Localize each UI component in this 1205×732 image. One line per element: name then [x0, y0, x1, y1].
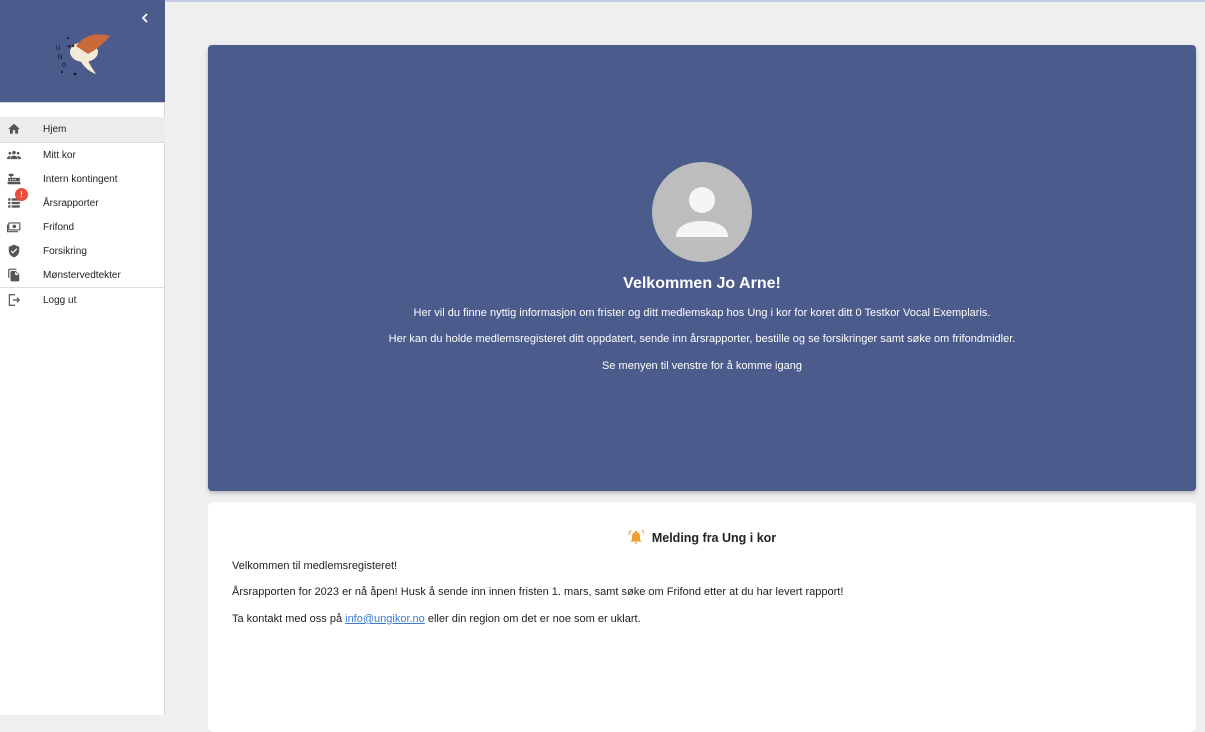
sidebar-item-logg-ut[interactable]: Logg ut	[0, 288, 165, 312]
sidebar-item-label: Intern kontingent	[43, 173, 118, 185]
svg-text:N: N	[58, 55, 62, 61]
sidebar-header: U N G	[0, 0, 165, 102]
sidebar-item-label: Mitt kor	[43, 149, 76, 161]
sidebar-item-label: Forsikring	[43, 245, 87, 257]
email-link[interactable]: info@ungikor.no	[345, 613, 425, 625]
welcome-text: Se menyen til venstre for å komme igang	[602, 360, 802, 372]
welcome-card: Velkommen Jo Arne! Her vil du finne nytt…	[208, 45, 1196, 491]
sidebar-item-mitt-kor[interactable]: Mitt kor	[0, 143, 165, 167]
person-icon	[652, 162, 752, 262]
message-title-text: Melding fra Ung i kor	[651, 531, 777, 545]
sidebar-item-forsikring[interactable]: Forsikring	[0, 239, 165, 263]
sidebar-nav: Hjem Mitt kor Intern kontingent ! Årsrap…	[0, 117, 165, 312]
logout-icon	[7, 293, 21, 307]
sidebar: U N G Hjem Mitt kor Intern kontingent ! …	[0, 0, 165, 715]
welcome-text: Her kan du holde medlemsregisteret ditt …	[388, 333, 1016, 345]
sidebar-item-label: Årsrapporter	[43, 197, 99, 209]
message-text-suffix: eller din region om det er noe som er uk…	[427, 613, 641, 625]
message-text: Velkommen til medlemsregisteret!	[232, 560, 398, 572]
home-icon	[7, 122, 21, 136]
sidebar-item-arsrapporter[interactable]: ! Årsrapporter	[0, 188, 165, 215]
money-icon	[7, 220, 21, 234]
message-title: Melding fra Ung i kor	[208, 529, 1196, 545]
alert-badge: !	[15, 188, 28, 201]
cash-register-icon	[7, 172, 21, 186]
message-text: Ta kontakt med oss på info@ungikor.no el…	[232, 613, 641, 625]
message-text: Årsrapporten for 2023 er nå åpen! Husk å…	[232, 586, 844, 598]
svg-text:U: U	[56, 46, 60, 52]
documents-icon	[7, 268, 21, 282]
sidebar-item-intern-kontingent[interactable]: Intern kontingent	[0, 167, 165, 191]
shield-check-icon	[7, 244, 21, 258]
sidebar-item-label: Logg ut	[43, 294, 77, 306]
logo[interactable]: U N G	[48, 26, 114, 80]
sidebar-item-label: Frifond	[43, 221, 75, 233]
group-icon	[7, 148, 21, 162]
top-border	[0, 0, 1205, 2]
svg-text:G: G	[62, 63, 67, 69]
sidebar-item-monstervedtekter[interactable]: Mønstervedtekter	[0, 263, 165, 287]
sidebar-item-frifond[interactable]: Frifond	[0, 215, 165, 239]
chevron-left-icon[interactable]	[135, 10, 155, 30]
welcome-text: Her vil du finne nyttig informasjon om f…	[413, 307, 991, 319]
sidebar-item-label: Hjem	[43, 124, 67, 135]
message-text-prefix: Ta kontakt med oss på	[232, 613, 343, 625]
welcome-title: Velkommen Jo Arne!	[623, 275, 781, 292]
bell-icon	[628, 529, 645, 545]
sidebar-separator	[0, 102, 165, 103]
sidebar-item-hjem[interactable]: Hjem	[0, 117, 165, 143]
sidebar-item-label: Mønstervedtekter	[43, 269, 121, 281]
message-card: Melding fra Ung i kor Velkommen til medl…	[208, 502, 1196, 732]
